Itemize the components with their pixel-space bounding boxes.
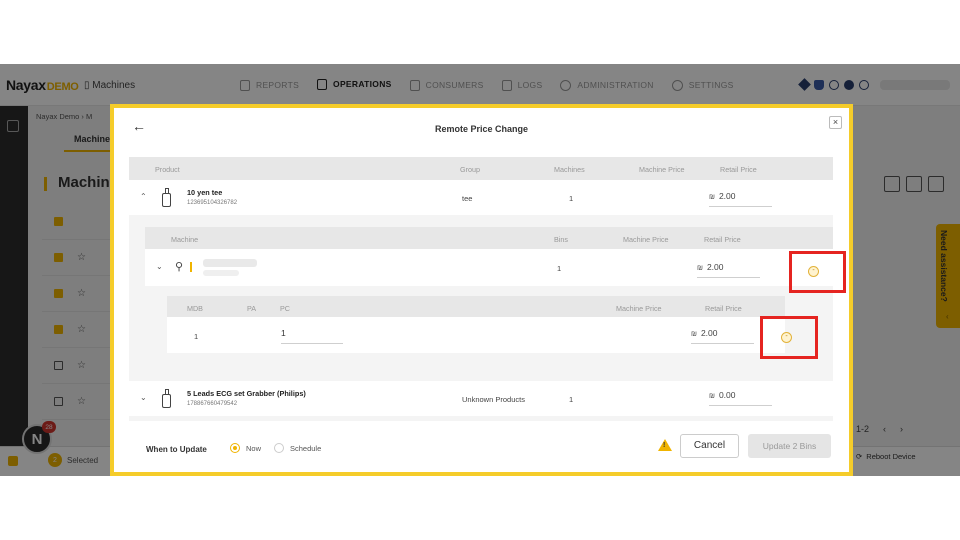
col-retail-price: Retail Price xyxy=(720,165,757,174)
machine-row[interactable]: ⌄ ⚲ 1 ₪ 2.00 xyxy=(145,249,833,286)
product-code: 123695104326782 xyxy=(187,200,238,206)
retail-price-value: 2.00 xyxy=(718,191,736,201)
currency-symbol: ₪ xyxy=(709,194,715,201)
highlight-box xyxy=(760,316,818,359)
col-product: Product xyxy=(155,165,180,174)
product-machines: 1 xyxy=(569,395,574,404)
update-bins-button[interactable]: Update 2 Bins xyxy=(748,434,831,458)
machine-subtable-header: Machine Bins Machine Price Retail Price xyxy=(145,227,833,249)
close-button[interactable]: × xyxy=(829,116,842,129)
col-machine: Machine xyxy=(171,235,199,244)
col-retail-price-2: Retail Price xyxy=(704,235,741,244)
radio-schedule[interactable]: Schedule xyxy=(274,443,321,453)
product-row[interactable]: ⌄ 5 Leads ECG set Grabber (Philips) 1788… xyxy=(129,381,833,416)
bottle-icon xyxy=(162,188,171,207)
radio-now-label: Now xyxy=(246,443,262,453)
status-indicator xyxy=(190,262,192,272)
col-pa: PA xyxy=(247,304,257,313)
col-mdb: MDB xyxy=(187,304,203,313)
machine-subtable: Machine Bins Machine Price Retail Price … xyxy=(145,227,833,381)
col-machines: Machines xyxy=(554,165,585,174)
radio-now[interactable]: Now xyxy=(230,443,261,453)
warning-mark: ! xyxy=(663,442,666,449)
machine-retail-price-value: 2.00 xyxy=(706,262,724,272)
radio-schedule-label: Schedule xyxy=(290,443,322,453)
product-group: Unknown Products xyxy=(462,395,525,404)
col-pc: PC xyxy=(280,304,290,313)
product-row[interactable]: ⌃ 10 yen tee 123695104326782 tee 1 ₪ 2.00 xyxy=(129,180,833,215)
app-screen: NayaxDEMO ▯ Machines REPORTS OPERATIONS … xyxy=(0,64,960,476)
col-bins: Bins xyxy=(554,235,568,244)
bin-row: 1 1 ₪ 2.00 xyxy=(167,317,785,353)
product-code: 178867660479542 xyxy=(187,401,238,407)
product-name: 5 Leads ECG set Grabber (Philips) xyxy=(187,389,306,398)
bin-subtable-header: MDB PA PC Machine Price Retail Price xyxy=(167,296,785,317)
cancel-button[interactable]: Cancel xyxy=(680,434,739,458)
product-name: 10 yen tee xyxy=(187,188,223,197)
dialog-title: Remote Price Change xyxy=(434,124,529,134)
col-group: Group xyxy=(460,165,480,174)
chevron-up-icon[interactable]: ⌃ xyxy=(140,192,147,201)
machine-bins: 1 xyxy=(557,264,562,273)
machine-id-redacted xyxy=(203,270,239,276)
bin-mdb: 1 xyxy=(194,332,199,341)
radio-button[interactable] xyxy=(230,443,240,453)
retail-price-input[interactable]: ₪ 0.00 xyxy=(709,384,772,406)
pc-input[interactable]: 1 xyxy=(281,324,343,344)
bin-retail-price-input[interactable]: ₪ 2.00 xyxy=(691,322,754,344)
retail-price-input[interactable]: ₪ 2.00 xyxy=(709,185,772,207)
product-machines: 1 xyxy=(569,194,574,203)
radio-button[interactable] xyxy=(274,443,284,453)
table-header: Product Group Machines Machine Price Ret… xyxy=(129,157,833,180)
col-machine-price-2: Machine Price xyxy=(623,235,669,244)
currency-symbol: ₪ xyxy=(691,331,697,338)
chevron-down-icon[interactable]: ⌄ xyxy=(156,262,163,271)
pc-value: 1 xyxy=(281,328,286,338)
highlight-box xyxy=(789,251,846,293)
currency-symbol: ₪ xyxy=(697,265,703,272)
chevron-down-icon[interactable]: ⌄ xyxy=(140,393,147,402)
bin-retail-price-value: 2.00 xyxy=(700,328,718,338)
machine-name-redacted xyxy=(203,259,257,267)
currency-symbol: ₪ xyxy=(709,393,715,400)
product-group: tee xyxy=(462,194,473,203)
bottle-icon xyxy=(162,389,171,408)
when-to-update-label: When to Update xyxy=(146,445,207,454)
retail-price-value: 0.00 xyxy=(718,390,736,400)
col-retail-price-3: Retail Price xyxy=(705,304,742,313)
machine-retail-price-input[interactable]: ₪ 2.00 xyxy=(697,256,760,278)
location-pin-icon: ⚲ xyxy=(175,261,184,273)
col-machine-price-3: Machine Price xyxy=(616,304,662,313)
bin-subtable: MDB PA PC Machine Price Retail Price 1 1… xyxy=(167,296,785,356)
col-machine-price: Machine Price xyxy=(639,165,685,174)
price-table: Product Group Machines Machine Price Ret… xyxy=(129,157,833,421)
remote-price-change-dialog: ← Remote Price Change × Product Group Ma… xyxy=(110,104,853,476)
